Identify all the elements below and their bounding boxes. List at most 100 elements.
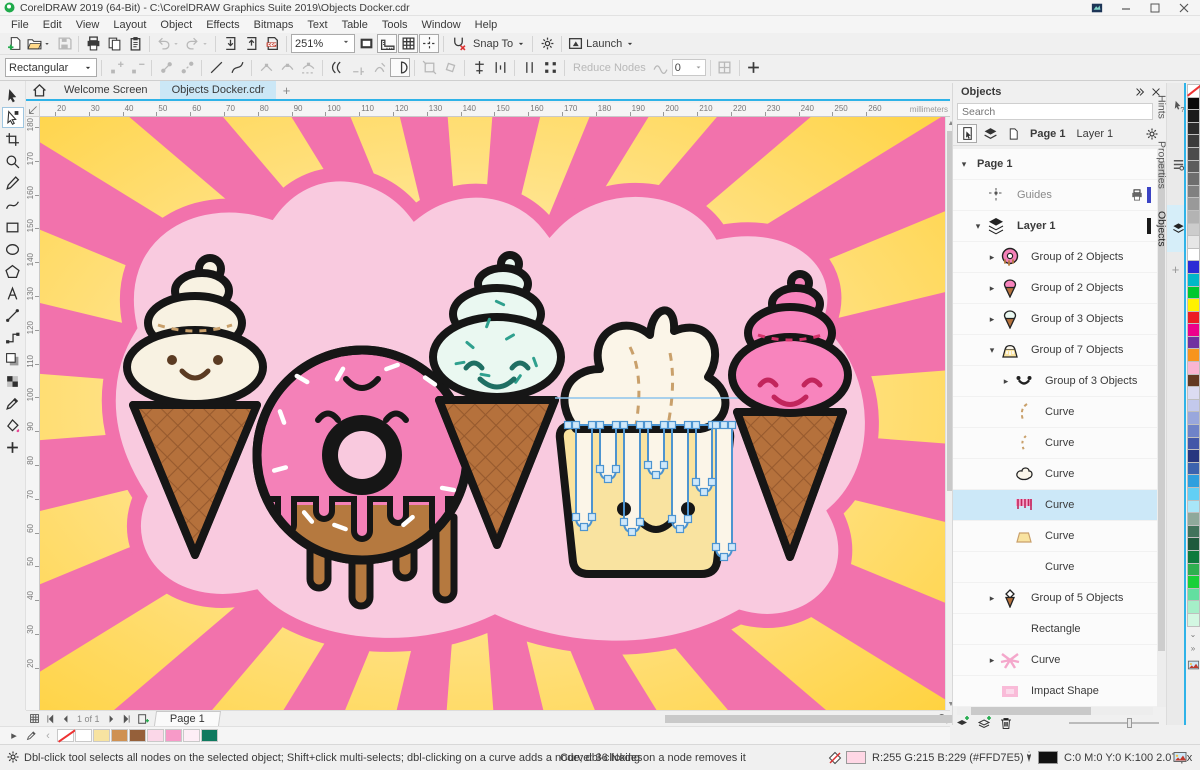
freehand-tool[interactable] — [2, 173, 24, 194]
guides-printable-icon[interactable] — [1131, 189, 1143, 201]
palette-swatch-40[interactable] — [1187, 588, 1200, 602]
page-icon[interactable] — [1003, 124, 1023, 143]
two-point-line-tool[interactable] — [2, 305, 24, 326]
ellipse-tool[interactable] — [2, 239, 24, 260]
palette-swatch-35[interactable] — [1187, 525, 1200, 539]
tree-row-9[interactable]: Curve — [953, 428, 1159, 459]
drop-shadow-tool[interactable] — [2, 349, 24, 370]
undo-button[interactable] — [154, 34, 182, 53]
polygon-tool[interactable] — [2, 261, 24, 282]
add-node-button[interactable] — [106, 58, 126, 77]
customize-property-bar-button[interactable] — [744, 58, 764, 77]
add-page-button[interactable] — [135, 712, 151, 726]
crop-tool[interactable] — [2, 129, 24, 150]
print-button[interactable] — [83, 34, 103, 53]
palette-swatch-7[interactable] — [1187, 172, 1200, 186]
docpalette-eyedropper-icon[interactable] — [23, 729, 39, 743]
delete-node-button[interactable] — [127, 58, 147, 77]
drawing-canvas[interactable] — [40, 117, 945, 710]
extend-curve-button[interactable] — [348, 58, 368, 77]
artistic-media-tool[interactable] — [2, 195, 24, 216]
close-curve-button[interactable] — [390, 58, 410, 77]
palette-swatch-27[interactable] — [1187, 424, 1200, 438]
add-tools-button[interactable] — [2, 437, 24, 458]
page-sorter-icon[interactable] — [26, 712, 42, 726]
docker-search-input[interactable] — [957, 103, 1153, 120]
palette-swatch-3[interactable] — [1187, 122, 1200, 136]
palette-swatch-18[interactable] — [1187, 311, 1200, 325]
snap-disable-button[interactable] — [448, 34, 468, 53]
redo-button[interactable] — [183, 34, 211, 53]
tree-row-11[interactable]: Curve — [953, 490, 1159, 521]
tree-expander[interactable]: ▾ — [959, 159, 969, 170]
palette-swatch-22[interactable] — [1187, 361, 1200, 375]
welcome-home-icon[interactable] — [26, 81, 52, 99]
stretch-nodes-button[interactable] — [419, 58, 439, 77]
palette-swatch-12[interactable] — [1187, 235, 1200, 249]
palette-swatch-42[interactable] — [1187, 613, 1200, 627]
palette-swatch-26[interactable] — [1187, 411, 1200, 425]
horizontal-scrollbar[interactable] — [225, 714, 928, 724]
tree-expander[interactable]: ▸ — [987, 593, 997, 604]
tree-row-5[interactable]: ▸Group of 3 Objects — [953, 304, 1159, 335]
filter-objects-icon[interactable] — [957, 124, 977, 143]
close-button[interactable] — [1172, 1, 1196, 15]
palette-swatch-38[interactable] — [1187, 563, 1200, 577]
palette-swatch-23[interactable] — [1187, 374, 1200, 388]
import-button[interactable] — [220, 34, 240, 53]
save-button[interactable] — [54, 34, 74, 53]
docpalette-scroll-left[interactable]: ‹ — [40, 729, 56, 743]
add-docker-button[interactable]: + — [1172, 262, 1180, 277]
full-screen-preview-button[interactable] — [356, 34, 376, 53]
cusp-node-button[interactable] — [256, 58, 276, 77]
docpalette-flyout-arrow[interactable]: ▸ — [6, 729, 22, 743]
palette-swatch-41[interactable] — [1187, 600, 1200, 614]
docker-layer-label[interactable]: Layer 1 — [1072, 128, 1117, 140]
ruler-origin-box[interactable] — [26, 103, 40, 117]
maximize-button[interactable] — [1143, 1, 1167, 15]
menu-view[interactable]: View — [69, 18, 107, 32]
palette-swatch-25[interactable] — [1187, 399, 1200, 413]
text-tool[interactable] — [2, 283, 24, 304]
palette-swatch-1[interactable] — [1187, 97, 1200, 111]
docker-tab-hints[interactable]: ? Hints — [1167, 89, 1185, 125]
palette-swatch-6[interactable] — [1187, 160, 1200, 174]
tree-row-10[interactable]: Curve — [953, 459, 1159, 490]
palette-swatch-19[interactable] — [1187, 323, 1200, 337]
convert-to-curve-button[interactable] — [227, 58, 247, 77]
document-swatch-1[interactable] — [75, 729, 92, 742]
menu-bitmaps[interactable]: Bitmaps — [247, 18, 301, 32]
tree-expander[interactable]: ▸ — [1001, 376, 1011, 387]
pick-tool[interactable] — [2, 85, 24, 106]
zoom-tool[interactable] — [2, 151, 24, 172]
connector-tool[interactable] — [2, 327, 24, 348]
tree-expander[interactable]: ▾ — [987, 345, 997, 356]
show-rulers-button[interactable] — [377, 34, 397, 53]
shape-mode-combo[interactable]: Rectangular — [5, 58, 97, 77]
palette-swatch-5[interactable] — [1187, 147, 1200, 161]
palette-swatch-34[interactable] — [1187, 512, 1200, 526]
tree-expander[interactable]: ▸ — [987, 252, 997, 263]
palette-swatch-9[interactable] — [1187, 197, 1200, 211]
layer-manager-icon[interactable] — [980, 124, 1000, 143]
new-layer-icon[interactable] — [955, 716, 971, 730]
zoom-level-combo[interactable]: 251% — [291, 34, 355, 53]
elastic-mode-button[interactable] — [519, 58, 539, 77]
open-button[interactable] — [25, 34, 53, 53]
tree-row-0[interactable]: ▾Page 1 — [953, 149, 1159, 180]
horizontal-ruler[interactable]: 2030405060708090100110120130140150160170… — [40, 103, 950, 117]
palette-swatch-21[interactable] — [1187, 348, 1200, 362]
tree-row-3[interactable]: ▸Group of 2 Objects — [953, 242, 1159, 273]
document-swatch-6[interactable] — [165, 729, 182, 742]
join-nodes-button[interactable] — [156, 58, 176, 77]
symmetrical-node-button[interactable] — [298, 58, 318, 77]
palette-swatch-28[interactable] — [1187, 437, 1200, 451]
palette-swatch-13[interactable] — [1187, 248, 1200, 262]
palette-scroll-down-icon[interactable]: ⌄ — [1190, 629, 1197, 641]
box-mode-button[interactable] — [715, 58, 735, 77]
app-thumbnail-icon[interactable] — [1085, 1, 1109, 15]
paste-button[interactable] — [125, 34, 145, 53]
menu-tools[interactable]: Tools — [375, 18, 415, 32]
document-tab-0[interactable]: Welcome Screen — [52, 81, 160, 99]
reduce-nodes-button[interactable]: Reduce Nodes — [569, 58, 650, 77]
